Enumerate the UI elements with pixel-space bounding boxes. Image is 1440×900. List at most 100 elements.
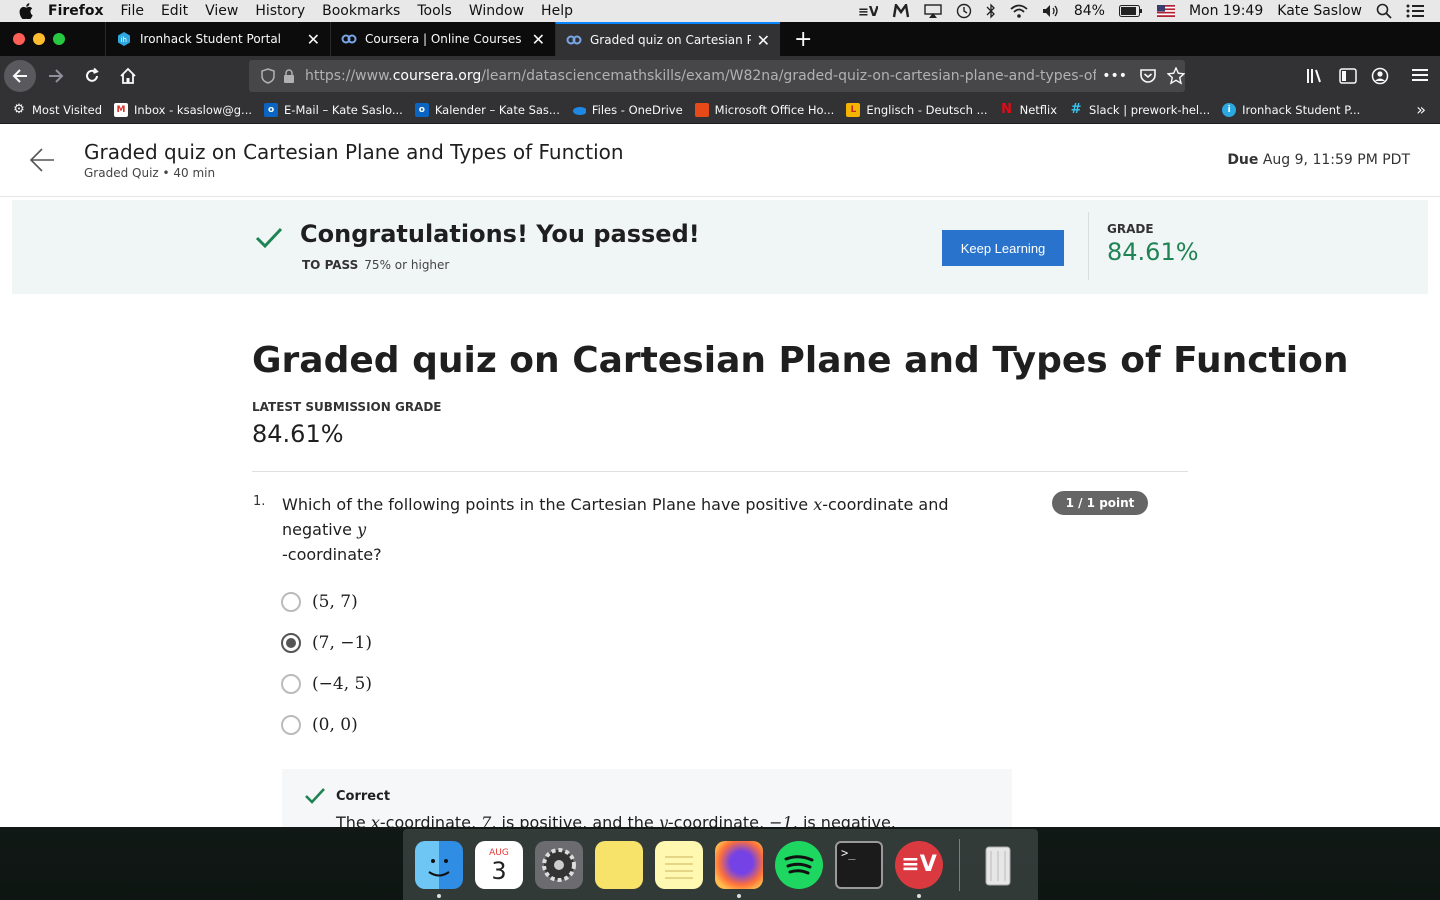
- bookmark-most-visited[interactable]: ⚙ Most Visited: [12, 102, 102, 117]
- bookmark-slack[interactable]: # Slack | prework-hel...: [1069, 102, 1211, 117]
- account-icon[interactable]: [1371, 67, 1389, 85]
- expressvpn-icon[interactable]: ≡V: [895, 840, 943, 898]
- volume-icon[interactable]: [1042, 4, 1060, 18]
- firefox-icon[interactable]: [715, 840, 763, 898]
- svg-text:≡V: ≡V: [858, 5, 878, 18]
- bookmark-netflix[interactable]: N Netflix: [1000, 102, 1057, 117]
- radio-button[interactable]: [281, 715, 301, 735]
- close-window-button[interactable]: [13, 33, 25, 45]
- option-label: (−4, 5): [312, 674, 372, 694]
- close-tab-icon[interactable]: ✕: [757, 31, 770, 50]
- points-badge: 1 / 1 point: [1052, 491, 1148, 515]
- system-preferences-icon[interactable]: [535, 840, 583, 889]
- address-bar[interactable]: https://www.coursera.org/learn/datascien…: [249, 60, 1185, 92]
- us-flag-icon[interactable]: [1156, 5, 1175, 17]
- bookmark-ironhack[interactable]: i Ironhack Student P...: [1222, 102, 1360, 117]
- spotify-icon[interactable]: [775, 840, 823, 889]
- expressvpn-status-icon[interactable]: ≡V: [858, 4, 878, 18]
- question-text: Which of the following points in the Car…: [282, 492, 1002, 567]
- outlook-icon: o: [264, 102, 279, 117]
- forward-button[interactable]: [40, 60, 72, 92]
- wifi-icon[interactable]: [1010, 4, 1028, 18]
- bookmark-label: E-Mail – Kate Saslo...: [284, 102, 403, 117]
- hamburger-menu-icon[interactable]: [1412, 68, 1428, 82]
- menu-view[interactable]: View: [205, 3, 238, 19]
- grade-label: GRADE: [1107, 222, 1154, 236]
- reload-button[interactable]: [76, 60, 108, 92]
- menu-bookmarks[interactable]: Bookmarks: [322, 3, 400, 19]
- menubar-user[interactable]: Kate Saslow: [1277, 3, 1362, 19]
- trash-icon[interactable]: [974, 841, 1022, 889]
- bookmark-dictionary[interactable]: L Englisch - Deutsch ...: [846, 102, 988, 117]
- option-label: (5, 7): [312, 592, 358, 612]
- bookmark-star-icon[interactable]: [1167, 67, 1185, 85]
- radio-button[interactable]: [281, 592, 301, 612]
- question-number: 1.: [253, 494, 266, 509]
- stickies-icon[interactable]: [595, 840, 643, 889]
- time-machine-icon[interactable]: [956, 3, 972, 19]
- due-label: Due: [1227, 152, 1259, 168]
- gear-icon: ⚙: [13, 102, 25, 117]
- answer-option[interactable]: (−4, 5): [281, 674, 372, 694]
- menu-help[interactable]: Help: [541, 3, 573, 19]
- to-pass-value: 75% or higher: [364, 258, 450, 272]
- close-tab-icon[interactable]: ✕: [532, 30, 545, 49]
- menu-history[interactable]: History: [255, 3, 305, 19]
- bookmark-label: Inbox - ksaslow@g...: [134, 102, 253, 117]
- back-arrow-icon[interactable]: [28, 146, 56, 178]
- library-icon[interactable]: [1306, 68, 1324, 84]
- bluetooth-icon[interactable]: [986, 3, 996, 19]
- minimize-window-button[interactable]: [33, 33, 45, 45]
- notification-center-icon[interactable]: [1406, 4, 1424, 18]
- page-actions-icon[interactable]: •••: [1102, 68, 1127, 84]
- menu-tools[interactable]: Tools: [417, 3, 452, 19]
- due-date: Due Aug 9, 11:59 PM PDT: [1227, 152, 1410, 168]
- feedback-text-part: -coordinate,: [379, 813, 482, 827]
- terminal-icon[interactable]: >_: [835, 840, 883, 889]
- radio-button[interactable]: [281, 674, 301, 694]
- running-indicator: [737, 893, 741, 898]
- malwarebytes-icon[interactable]: [892, 4, 910, 18]
- menu-window[interactable]: Window: [469, 3, 524, 19]
- bookmarks-toolbar: ⚙ Most Visited M Inbox - ksaslow@g... o E-M…: [0, 96, 1440, 124]
- spotlight-search-icon[interactable]: [1376, 3, 1392, 19]
- tab-coursera[interactable]: Coursera | Online Courses & Credentials …: [330, 22, 555, 56]
- bookmark-onedrive[interactable]: Files - OneDrive: [572, 103, 683, 117]
- lock-icon[interactable]: [283, 69, 295, 83]
- answer-option[interactable]: (0, 0): [281, 715, 358, 735]
- zoom-window-button[interactable]: [53, 33, 65, 45]
- url-text[interactable]: https://www.coursera.org/learn/datascien…: [305, 68, 1096, 84]
- bookmark-label: Most Visited: [32, 102, 102, 117]
- tab-ironhack[interactable]: ih Ironhack Student Portal ✕: [105, 22, 330, 56]
- back-button[interactable]: [4, 60, 36, 92]
- menu-app-firefox[interactable]: Firefox: [48, 3, 104, 19]
- keep-learning-button[interactable]: Keep Learning: [942, 230, 1064, 266]
- mac-menu-bar: Firefox File Edit View History Bookmarks…: [0, 0, 1440, 22]
- new-tab-button[interactable]: +: [794, 27, 812, 52]
- radio-button-selected[interactable]: [281, 633, 301, 653]
- answer-option[interactable]: (5, 7): [281, 592, 358, 612]
- notes-icon[interactable]: [655, 840, 703, 889]
- menubar-clock[interactable]: Mon 19:49: [1189, 3, 1263, 19]
- bookmark-office[interactable]: Microsoft Office Ho...: [694, 102, 834, 117]
- bookmark-inbox[interactable]: M Inbox - ksaslow@g...: [114, 102, 253, 117]
- home-button[interactable]: [112, 60, 144, 92]
- close-tab-icon[interactable]: ✕: [307, 30, 320, 49]
- menu-edit[interactable]: Edit: [161, 3, 188, 19]
- slack-icon: #: [1070, 102, 1082, 117]
- bookmark-kalender[interactable]: o Kalender – Kate Sas...: [414, 102, 560, 117]
- tracking-protection-icon[interactable]: [261, 68, 275, 84]
- bookmark-email[interactable]: o E-Mail – Kate Saslo...: [264, 102, 403, 117]
- sidebar-icon[interactable]: [1339, 68, 1357, 84]
- airplay-icon[interactable]: [924, 4, 942, 18]
- pocket-icon[interactable]: [1139, 68, 1157, 84]
- battery-icon[interactable]: [1118, 5, 1143, 17]
- finder-icon[interactable]: [415, 840, 463, 898]
- calendar-icon[interactable]: AUG 3: [475, 840, 523, 889]
- tab-graded-quiz[interactable]: Graded quiz on Cartesian Plane and Types…: [555, 22, 780, 56]
- calendar-month: AUG: [489, 847, 509, 858]
- answer-option[interactable]: (7, −1): [281, 633, 372, 653]
- apple-icon[interactable]: [18, 3, 34, 19]
- menu-file[interactable]: File: [121, 3, 144, 19]
- bookmarks-overflow-icon[interactable]: »: [1416, 100, 1426, 119]
